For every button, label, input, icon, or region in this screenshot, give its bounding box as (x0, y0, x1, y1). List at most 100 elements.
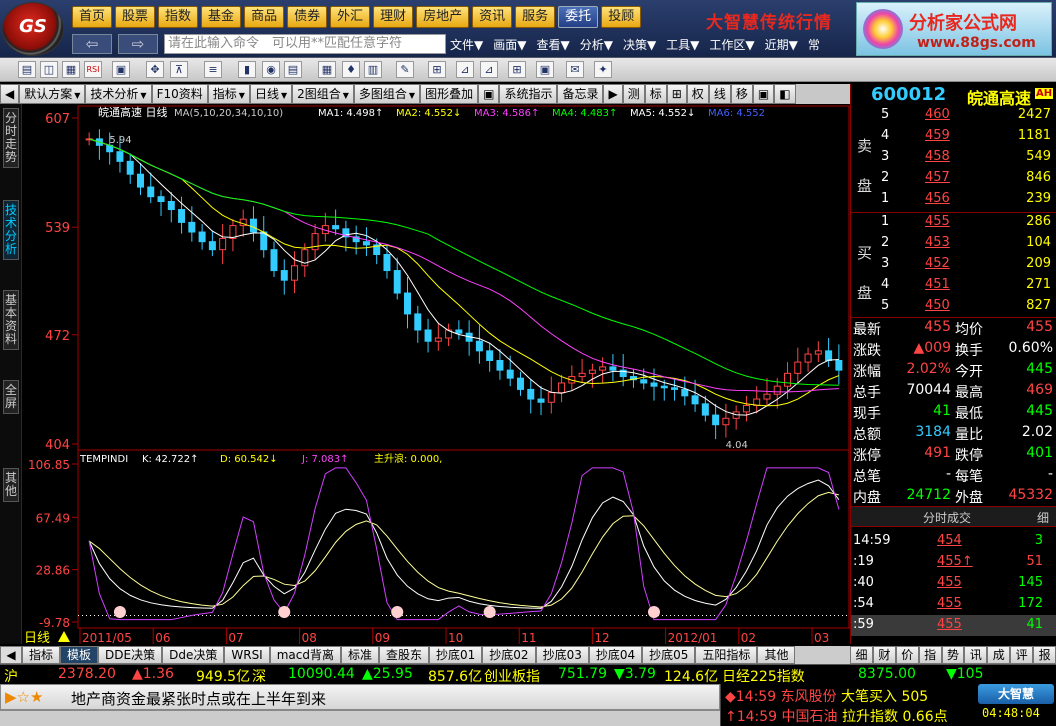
toolbar-tool-icon[interactable]: ▥ (364, 61, 382, 78)
toolbar-tool-icon[interactable]: ≡ (204, 61, 222, 78)
menu2-item[interactable]: 查看▼ (536, 36, 569, 53)
panel-tab[interactable]: 指 (918, 646, 942, 664)
chart-tab[interactable]: ▣ (478, 84, 500, 104)
chart-tab[interactable]: 测 (622, 84, 645, 104)
brand-banner[interactable]: 分析家公式网 www.88gs.com (856, 2, 1052, 56)
chart-tab[interactable]: 标 (644, 84, 667, 104)
toolbar-tool-icon[interactable]: ⊿ (456, 61, 474, 78)
chart-area[interactable]: 607 539 472 404 皖通高速 日线 MA(5,10,20,34,10,10) M… (22, 104, 850, 646)
chart-tab[interactable]: ▣ (752, 84, 775, 104)
chart-tab[interactable]: ◧ (774, 84, 796, 104)
chart-tab[interactable]: 多图组合 (353, 84, 421, 104)
toolbar-tool-icon[interactable]: ▣ (112, 61, 130, 78)
menu-12[interactable]: 投顾 (601, 6, 642, 28)
chart-tab[interactable]: 技术分析 (85, 84, 152, 104)
panel-tab[interactable]: 细 (850, 646, 873, 664)
toolbar-tool-icon[interactable]: ⊼ (170, 61, 188, 78)
toolbar-tool-icon[interactable]: ▣ (536, 61, 554, 78)
menu2-item[interactable]: 常 (808, 36, 820, 53)
command-input[interactable]: 请在此输入命令 可以用**匹配任意字符 (164, 34, 446, 54)
buy-row[interactable]: 1 455 286 (881, 213, 1056, 234)
indicator-tab[interactable]: 其他 (757, 646, 796, 664)
panel-tab[interactable]: 价 (895, 646, 919, 664)
toolbar-tool-icon[interactable]: ▦ (62, 61, 80, 78)
panel-tab[interactable]: 财 (872, 646, 896, 664)
indicator-tab[interactable]: 五阳指标 (695, 646, 758, 664)
panel-tab[interactable]: 成 (987, 646, 1011, 664)
ah-badge[interactable]: AH (1035, 88, 1054, 99)
indicator-tab[interactable]: 指标 (22, 646, 61, 664)
price-chart[interactable]: 607 539 472 404 皖通高速 日线 MA(5,10,20,34,10,10) M… (22, 104, 850, 646)
indicator-tab[interactable]: macd背离 (269, 646, 341, 664)
toolbar-tool-icon[interactable]: ⊞ (428, 61, 446, 78)
trade-row[interactable]: 14:59 454 3 (851, 531, 1056, 552)
trades-detail-tab[interactable]: 细 (1037, 509, 1049, 526)
menu-6[interactable]: 外汇 (330, 6, 371, 28)
alert-row[interactable]: ◆14:59 东风股份 大笔买入 505 (725, 686, 928, 706)
menu-5[interactable]: 债券 (287, 6, 328, 28)
toolbar-tool-icon[interactable]: ✦ (594, 61, 612, 78)
toolbar-tool-icon[interactable]: ▤ (284, 61, 302, 78)
forward-button[interactable]: ⇨ (118, 34, 158, 54)
news-headline[interactable]: 地产商资金最紧张时点或在上半年到来 (71, 688, 326, 709)
indicator-tab[interactable]: 抄底03 (535, 646, 589, 664)
sidebar-item-3[interactable]: 全屏 (3, 380, 19, 414)
indicator-tab[interactable]: 模板 (60, 646, 99, 664)
toolbar-tool-icon[interactable]: ⊿ (480, 61, 498, 78)
indicator-tab[interactable]: 查股东 (379, 646, 430, 664)
menu2-item[interactable]: 决策▼ (623, 36, 656, 53)
menu2-item[interactable]: 工作区▼ (709, 36, 754, 53)
trade-row[interactable]: :40 455 145 (851, 573, 1056, 594)
bottom-scroll-left[interactable]: ◀ (0, 646, 22, 664)
back-button[interactable]: ⇦ (72, 34, 112, 54)
buy-row[interactable]: 4 451 271 (881, 276, 1056, 297)
menu-10[interactable]: 服务 (515, 6, 556, 28)
menu2-item[interactable]: 画面▼ (493, 36, 526, 53)
toolbar-tool-icon[interactable]: ✎ (396, 61, 414, 78)
buy-row[interactable]: 2 453 104 (881, 234, 1056, 255)
buy-row[interactable]: 5 450 827 (881, 297, 1056, 318)
menu2-item[interactable]: 分析▼ (580, 36, 613, 53)
menu2-item[interactable]: 工具▼ (666, 36, 699, 53)
menu-9[interactable]: 资讯 (472, 6, 513, 28)
sidebar-item-1[interactable]: 技术分析 (3, 200, 19, 260)
buy-row[interactable]: 3 452 209 (881, 255, 1056, 276)
toolbar-tool-icon[interactable]: ⊞ (508, 61, 526, 78)
sell-row[interactable]: 5 460 2427 (881, 106, 1056, 127)
sidebar-item-2[interactable]: 基本资料 (3, 290, 19, 350)
indicator-tab[interactable]: Dde决策 (162, 646, 225, 664)
panel-tab[interactable]: 评 (1010, 646, 1034, 664)
chart-tab[interactable]: F10资料 (151, 84, 208, 104)
chart-tab[interactable]: 默认方案 (19, 84, 86, 104)
menu-1[interactable]: 股票 (115, 6, 156, 28)
toolbar-tool-icon[interactable]: ▤ (18, 61, 36, 78)
menu-4[interactable]: 商品 (244, 6, 285, 28)
news-bar[interactable]: ▶☆★ 地产商资金最紧张时点或在上半年到来 (0, 684, 720, 710)
sell-row[interactable]: 3 458 549 (881, 148, 1056, 169)
toolbar-tool-icon[interactable]: ♦ (342, 61, 360, 78)
toolbar-tool-icon[interactable]: ◉ (262, 61, 280, 78)
menu-3[interactable]: 基金 (201, 6, 242, 28)
sidebar-item-4[interactable]: 其他 (3, 468, 19, 502)
menu-2[interactable]: 指数 (158, 6, 199, 28)
menu2-item[interactable]: 文件▼ (450, 36, 483, 53)
indicator-tab[interactable]: 抄底04 (588, 646, 643, 664)
toolbar-tool-icon[interactable]: ▦ (318, 61, 336, 78)
alert-row[interactable]: ↑14:59 中国石油 拉升指数 0.66点 (725, 706, 948, 726)
toolbar-tool-icon[interactable]: ✉ (566, 61, 584, 78)
panel-tab[interactable]: 报 (1033, 646, 1056, 664)
toolbar-tool-icon[interactable]: ◫ (40, 61, 58, 78)
app-logo[interactable]: GS (2, 2, 64, 56)
toolbar-tool-icon[interactable]: RSI (84, 61, 102, 78)
trade-row[interactable]: :59 455 41 (851, 615, 1056, 636)
chart-tab[interactable]: ◀ (0, 84, 20, 104)
sell-row[interactable]: 2 457 846 (881, 169, 1056, 190)
news-nav-icon[interactable]: ▶☆★ (5, 688, 43, 706)
indicator-tab[interactable]: DDE决策 (98, 646, 163, 664)
indicator-tab[interactable]: 抄底01 (429, 646, 483, 664)
chart-tab[interactable]: 系统指示 (499, 84, 558, 104)
menu-8[interactable]: 房地产 (416, 6, 470, 28)
chart-tab[interactable]: 权 (686, 84, 709, 104)
toolbar-tool-icon[interactable]: ✥ (146, 61, 164, 78)
toolbar-tool-icon[interactable]: ▮ (238, 61, 256, 78)
